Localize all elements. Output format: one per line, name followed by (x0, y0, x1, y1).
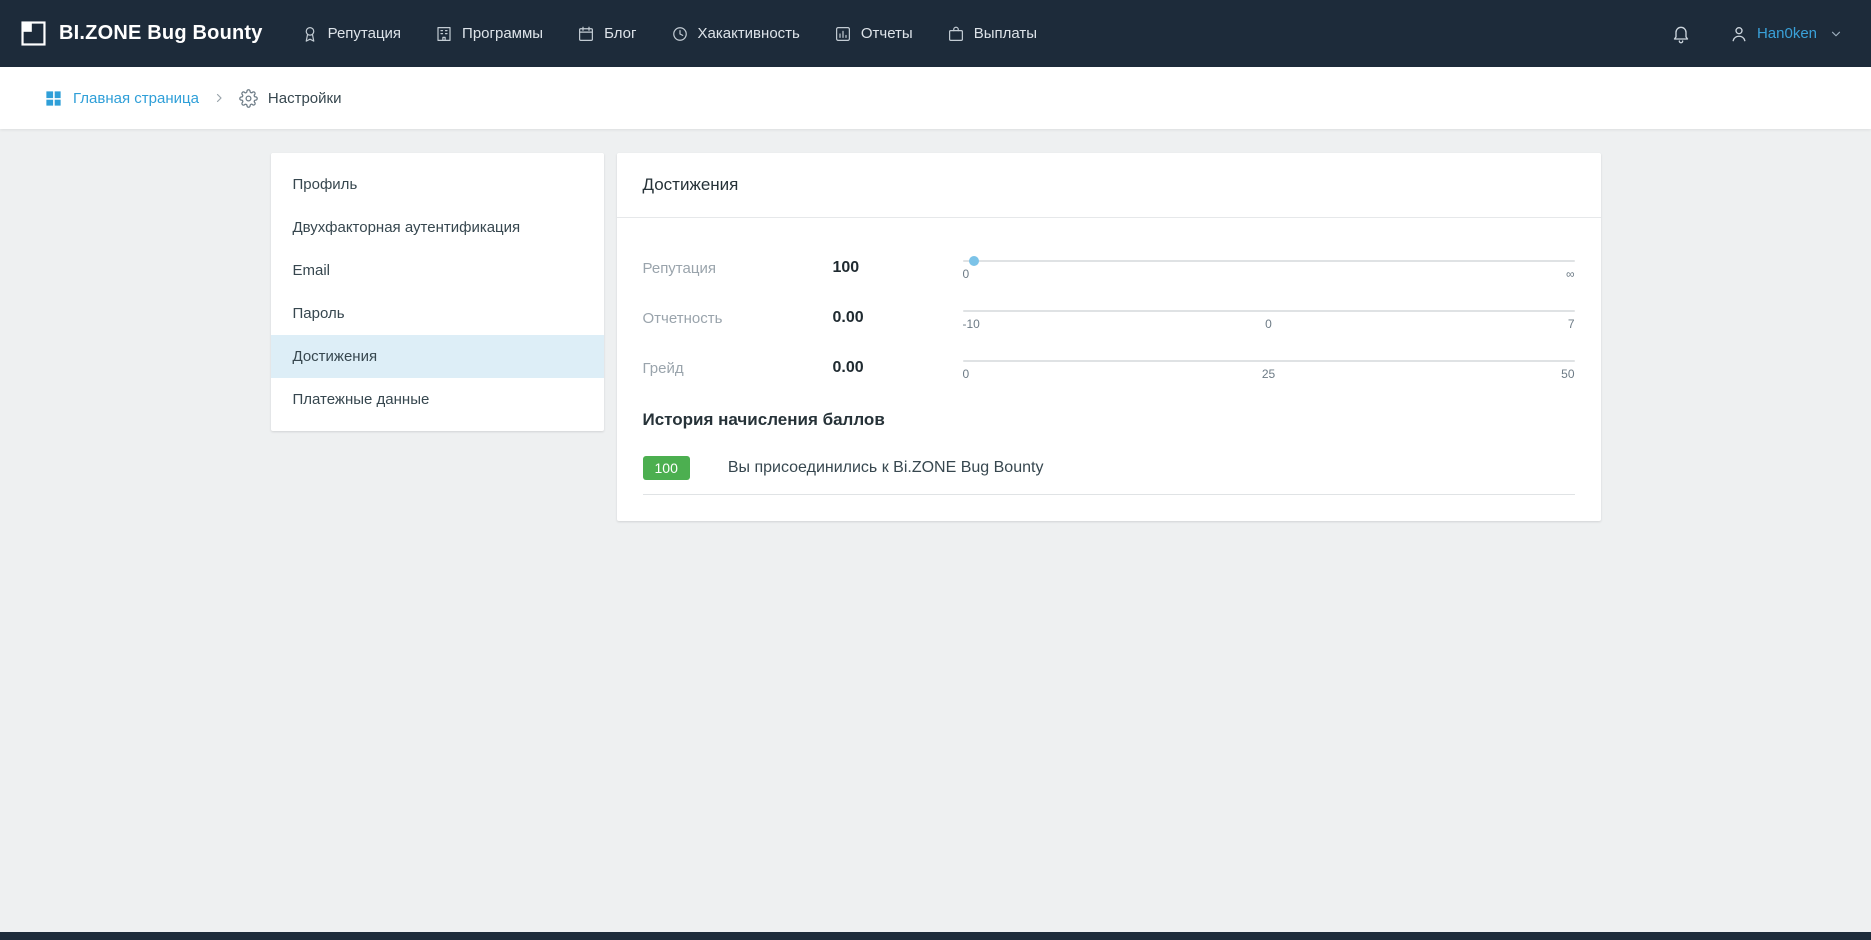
nav-label: Выплаты (974, 25, 1037, 42)
bottom-strip (0, 932, 1871, 940)
slider-dot (969, 256, 979, 266)
slider-scale: 0 25 50 (963, 367, 1575, 382)
payouts-icon (947, 25, 965, 43)
sidebar-item-achievements[interactable]: Достижения (271, 335, 604, 378)
reporting-slider: -10 0 7 (963, 304, 1575, 332)
user-menu[interactable]: Han0ken (1729, 24, 1843, 44)
nav-item-hackactivity[interactable]: Хакактивность (671, 25, 800, 43)
programs-icon (435, 25, 453, 43)
scale-min: 0 (963, 267, 970, 281)
nav-label: Программы (462, 25, 543, 42)
slider-scale: 0 ∞ (963, 267, 1575, 282)
dashboard-grid-icon (44, 89, 63, 108)
breadcrumb: Главная страница Настройки (0, 67, 1871, 129)
nav-item-reports[interactable]: Отчеты (834, 25, 913, 43)
main-nav: Репутация Программы Блог (301, 25, 1037, 43)
topbar-right: Han0ken (1671, 24, 1843, 44)
scale-mid: 0 (1265, 317, 1272, 331)
reports-icon (834, 25, 852, 43)
history-text: Вы присоединились к Bi.ZONE Bug Bounty (728, 459, 1044, 477)
scale-max: 7 (1568, 317, 1575, 331)
nav-item-reputation[interactable]: Репутация (301, 25, 401, 43)
slider-track (963, 260, 1575, 262)
metric-row-reporting: Отчетность 0.00 -10 0 7 (643, 304, 1575, 332)
sidebar-item-email[interactable]: Email (271, 249, 604, 292)
sidebar-item-payment-details[interactable]: Платежные данные (271, 378, 604, 421)
settings-sidebar: Профиль Двухфакторная аутентификация Ema… (271, 153, 604, 431)
nav-item-payouts[interactable]: Выплаты (947, 25, 1037, 43)
bizone-logo-icon (20, 20, 47, 47)
scale-min: -10 (963, 317, 980, 331)
user-name: Han0ken (1757, 25, 1817, 42)
scale-min: 0 (963, 367, 970, 381)
metric-row-reputation: Репутация 100 0 ∞ (643, 254, 1575, 282)
chevron-down-icon (1829, 27, 1843, 41)
breadcrumb-home-link[interactable]: Главная страница (44, 89, 199, 108)
sidebar-item-2fa[interactable]: Двухфакторная аутентификация (271, 206, 604, 249)
metric-label: Отчетность (643, 310, 833, 327)
content-area: Профиль Двухфакторная аутентификация Ema… (271, 153, 1601, 521)
nav-label: Отчеты (861, 25, 913, 42)
brand-logo[interactable]: BI.ZONE Bug Bounty (20, 20, 263, 47)
breadcrumb-current: Настройки (239, 89, 342, 108)
blog-icon (577, 25, 595, 43)
top-header: BI.ZONE Bug Bounty Репутация Программы (0, 0, 1871, 67)
sidebar-item-profile[interactable]: Профиль (271, 163, 604, 206)
scale-max: ∞ (1566, 267, 1575, 281)
achievements-panel: Достижения Репутация 100 0 ∞ (617, 153, 1601, 521)
metric-row-grade: Грейд 0.00 0 25 50 (643, 354, 1575, 382)
metric-label: Репутация (643, 260, 833, 277)
slider-track (963, 310, 1575, 312)
sidebar-item-password[interactable]: Пароль (271, 292, 604, 335)
breadcrumb-current-label: Настройки (268, 90, 342, 107)
nav-item-blog[interactable]: Блог (577, 25, 636, 43)
chevron-right-icon (213, 92, 225, 104)
panel-title: Достижения (617, 153, 1601, 218)
metric-label: Грейд (643, 360, 833, 377)
gear-icon (239, 89, 258, 108)
hackactivity-icon (671, 25, 689, 43)
points-badge: 100 (643, 456, 690, 480)
history-title: История начисления баллов (643, 410, 1575, 430)
scale-mid: 25 (1262, 367, 1275, 381)
reputation-icon (301, 25, 319, 43)
nav-item-programs[interactable]: Программы (435, 25, 543, 43)
metric-value: 0.00 (833, 309, 963, 327)
breadcrumb-home-label: Главная страница (73, 90, 199, 107)
nav-label: Хакактивность (698, 25, 800, 42)
scale-max: 50 (1561, 367, 1574, 381)
nav-label: Блог (604, 25, 636, 42)
user-icon (1729, 24, 1749, 44)
metric-value: 100 (833, 259, 963, 277)
panel-body: Репутация 100 0 ∞ Отчетность 0.00 (617, 218, 1601, 495)
brand-title: BI.ZONE Bug Bounty (59, 22, 263, 45)
metric-value: 0.00 (833, 359, 963, 377)
slider-scale: -10 0 7 (963, 317, 1575, 332)
reputation-slider: 0 ∞ (963, 254, 1575, 282)
history-item: 100 Вы присоединились к Bi.ZONE Bug Boun… (643, 456, 1575, 495)
grade-slider: 0 25 50 (963, 354, 1575, 382)
nav-label: Репутация (328, 25, 401, 42)
slider-track (963, 360, 1575, 362)
notifications-bell-icon[interactable] (1671, 24, 1691, 44)
